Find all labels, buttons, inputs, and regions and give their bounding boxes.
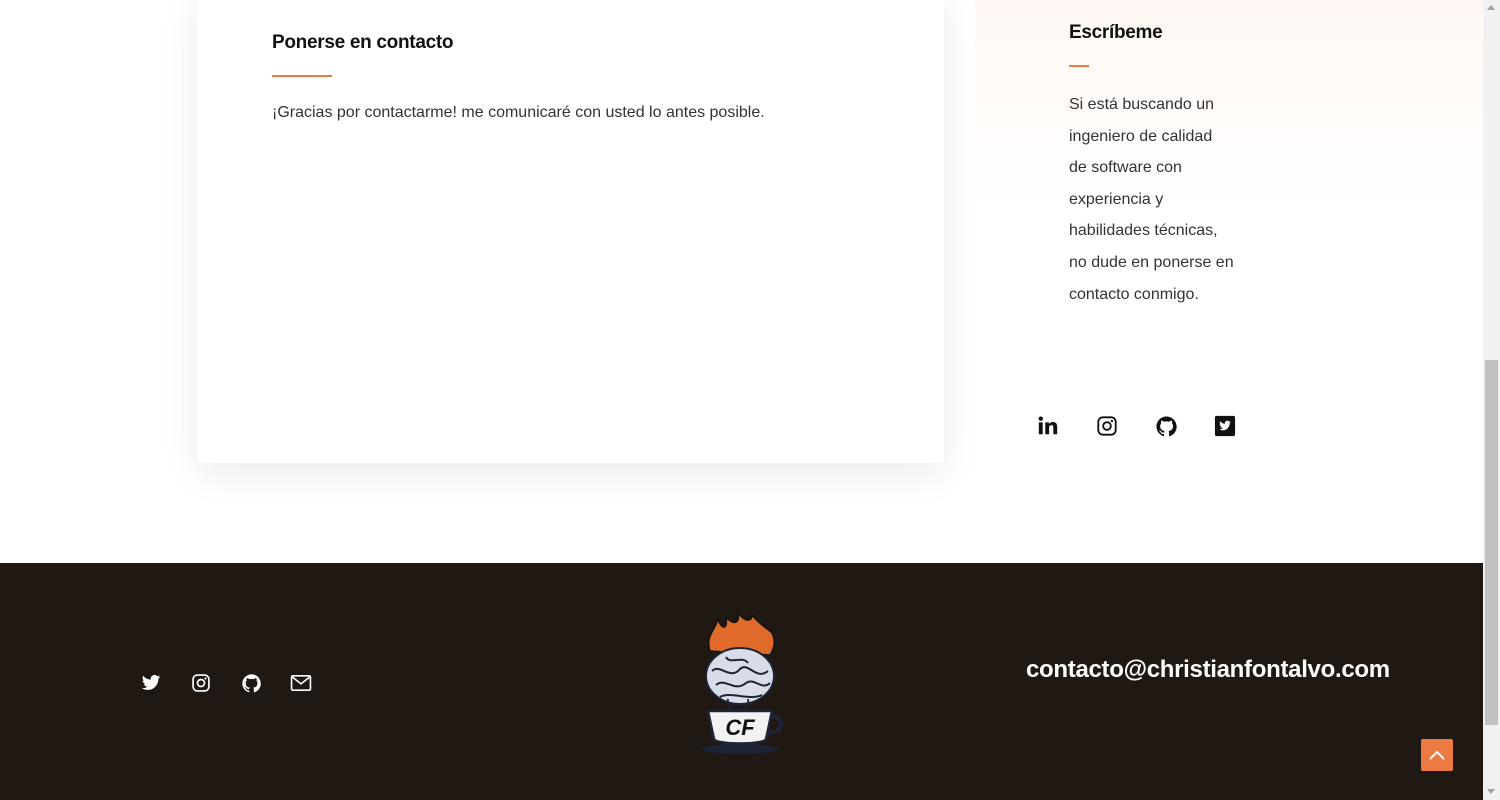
twitter-icon[interactable] [140, 672, 162, 694]
footer: CF contacto@christianfontalvo.com [0, 563, 1483, 800]
sidebar-divider [1069, 65, 1089, 67]
scroll-up-arrow-icon[interactable] [1487, 5, 1495, 10]
logo-text: CF [725, 715, 755, 740]
contact-card-title: Ponerse en contacto [272, 32, 454, 53]
cf-logo[interactable]: CF [690, 611, 790, 756]
github-icon[interactable] [1154, 413, 1178, 439]
email-link[interactable]: contacto@christianfontalvo.com [1026, 656, 1390, 684]
twitter-square-icon[interactable] [1213, 413, 1237, 439]
scrollbar[interactable] [1483, 0, 1500, 800]
linkedin-icon[interactable] [1036, 413, 1060, 439]
github-icon[interactable] [240, 672, 262, 694]
main-content: Ponerse en contacto ¡Gracias por contact… [0, 0, 1483, 563]
title-divider [272, 75, 332, 77]
instagram-icon[interactable] [190, 672, 212, 694]
scroll-to-top-button[interactable] [1421, 739, 1453, 771]
chevron-up-icon [1429, 750, 1445, 760]
instagram-icon[interactable] [1095, 413, 1119, 439]
sidebar-text: Si está buscando un ingeniero de calidad… [1069, 96, 1234, 303]
contact-confirmation-message: ¡Gracias por contactarme! me comunicaré … [272, 104, 765, 121]
scrollbar-thumb[interactable] [1485, 360, 1498, 725]
email-icon[interactable] [290, 672, 312, 694]
scroll-down-arrow-icon[interactable] [1487, 789, 1495, 794]
footer-social-links [140, 672, 312, 694]
sidebar-social-links [1036, 413, 1237, 439]
sidebar-title: Escríbeme [1069, 22, 1163, 43]
contact-card: Ponerse en contacto ¡Gracias por contact… [197, 0, 944, 463]
